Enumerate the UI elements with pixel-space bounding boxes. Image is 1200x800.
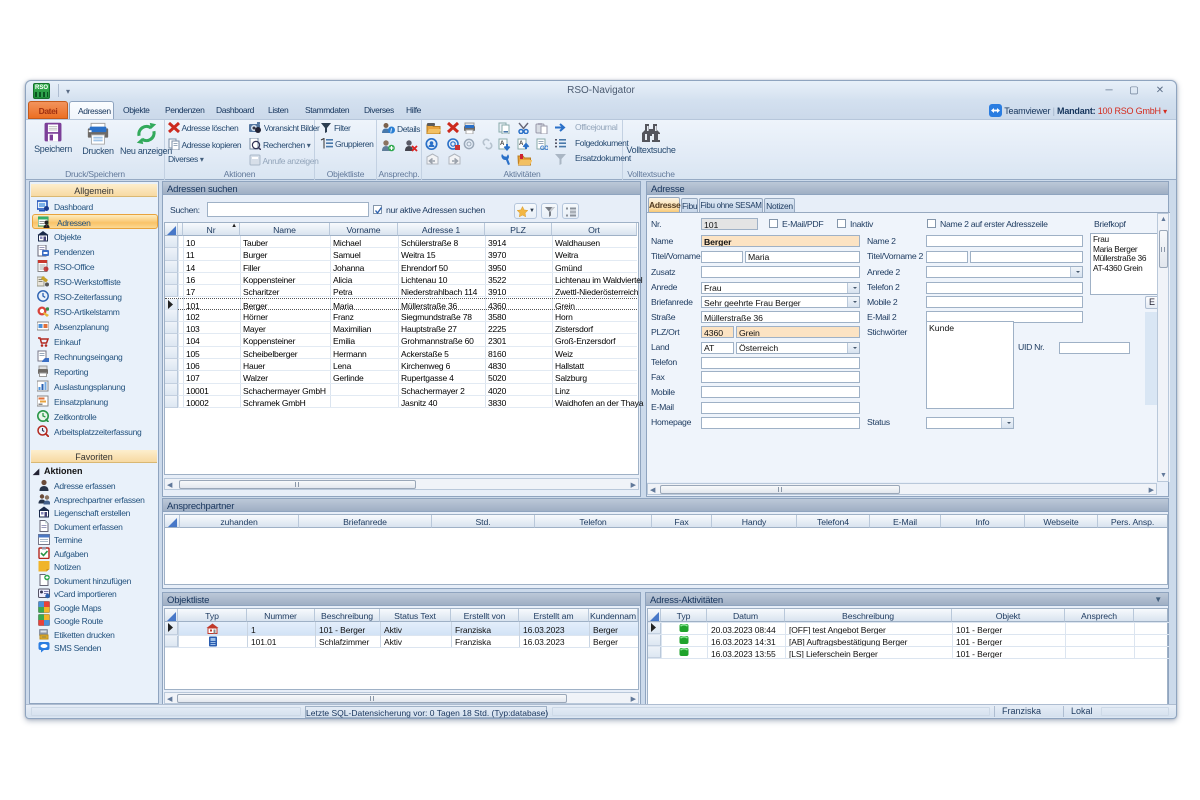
svg-text:GO: GO	[540, 146, 548, 151]
